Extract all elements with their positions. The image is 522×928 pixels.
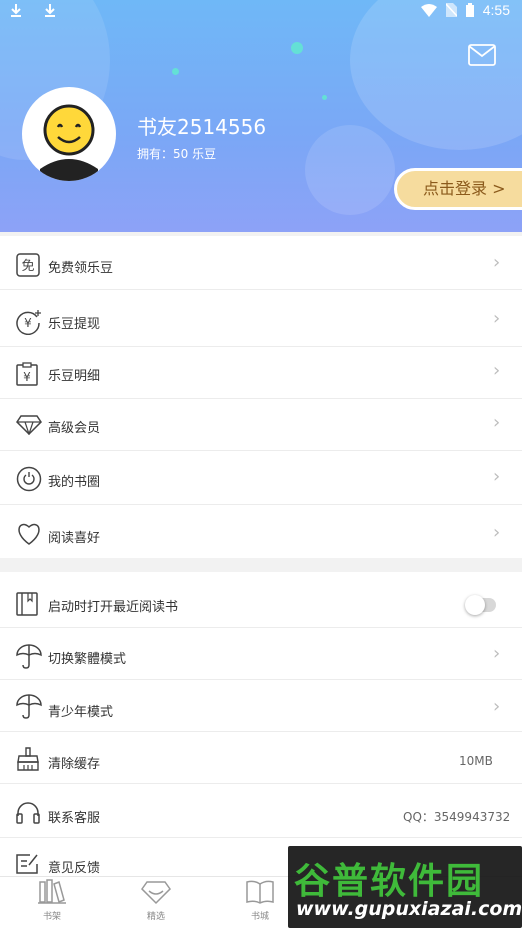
- menu-item-reading-pref[interactable]: 阅读喜好 ›: [0, 505, 522, 558]
- nav-bookstore[interactable]: 书城: [240, 879, 280, 922]
- menu-item-traditional[interactable]: 切换繁體模式 ›: [0, 628, 522, 680]
- open-book-icon: [246, 880, 274, 904]
- profile-header: 4:55 书友2514556 拥有：50 乐豆 点击登录 >: [0, 0, 522, 232]
- cache-size: 10MB: [459, 754, 493, 768]
- menu-label: 青少年模式: [48, 705, 114, 720]
- svg-text:¥: ¥: [24, 316, 32, 330]
- nav-label: 书架: [42, 912, 61, 922]
- menu-label: 阅读喜好: [48, 531, 101, 546]
- yuan-coin-icon: ¥: [16, 310, 41, 335]
- status-time: 4:55: [482, 2, 510, 18]
- download-icon: [11, 4, 21, 17]
- clipboard-yuan-icon: ¥: [16, 362, 38, 386]
- service-qq: QQ：3549943732: [403, 810, 511, 824]
- beans-balance: 拥有：50 乐豆: [137, 147, 217, 161]
- decor-dot: [322, 95, 327, 100]
- watermark-title: 谷普软件园: [294, 861, 485, 902]
- chevron-right-icon: ›: [493, 696, 501, 717]
- menu-label: 切换繁體模式: [48, 652, 127, 667]
- avatar[interactable]: [22, 87, 116, 181]
- menu-item-clear-cache[interactable]: 清除缓存 10MB: [0, 732, 522, 784]
- bookshelf-icon: [38, 879, 66, 904]
- nav-bookshelf[interactable]: 书架: [32, 879, 72, 922]
- open-recent-toggle[interactable]: [465, 595, 496, 615]
- menu-label: 乐豆明细: [48, 369, 101, 384]
- download-icon: [45, 4, 56, 17]
- menu-label: 联系客服: [48, 811, 101, 826]
- heart-icon: [18, 523, 40, 545]
- svg-text:¥: ¥: [23, 370, 31, 384]
- decor-blob: [305, 125, 395, 215]
- nav-featured[interactable]: 精选: [136, 879, 176, 922]
- broom-icon: [17, 747, 39, 771]
- menu-label: 免费领乐豆: [48, 261, 114, 276]
- umbrella-icon: [16, 694, 42, 719]
- username: 书友2514556: [137, 115, 267, 139]
- feedback-icon: [16, 854, 38, 874]
- chevron-right-icon: ›: [493, 308, 501, 329]
- menu-label: 意见反馈: [48, 861, 101, 876]
- nav-label: 书城: [250, 912, 269, 922]
- battery-icon: [465, 3, 474, 17]
- decor-dot: [291, 42, 303, 54]
- menu-label: 高级会员: [48, 421, 101, 436]
- chevron-right-icon: ›: [493, 360, 501, 381]
- menu-item-free-beans[interactable]: 免 免费领乐豆 ›: [0, 236, 522, 290]
- menu-label: 启动时打开最近阅读书: [48, 600, 179, 615]
- chevron-right-icon: ›: [493, 412, 501, 433]
- menu-item-open-recent[interactable]: 启动时打开最近阅读书: [0, 572, 522, 628]
- menu-item-bean-detail[interactable]: ¥ 乐豆明细 ›: [0, 347, 522, 399]
- wifi-icon: [420, 3, 437, 17]
- watermark-url: www.gupuxiazai.com: [296, 898, 522, 920]
- menu-item-withdraw[interactable]: ¥ 乐豆提现 ›: [0, 290, 522, 347]
- diamond-icon: [141, 881, 171, 905]
- toggle-knob: [465, 595, 485, 615]
- headset-icon: [16, 802, 40, 824]
- chevron-right-icon: ›: [493, 466, 501, 487]
- menu-item-customer-service[interactable]: 联系客服 QQ：3549943732: [0, 784, 522, 838]
- menu-group-account: 免 免费领乐豆 › ¥ 乐豆提现 › ¥ 乐豆明细 › 高级会员 › 我的书圈 …: [0, 236, 522, 558]
- svg-text:免: 免: [21, 259, 34, 274]
- umbrella-icon: [16, 644, 42, 669]
- chevron-right-icon: ›: [493, 252, 501, 273]
- decor-dot: [172, 68, 179, 75]
- circle-refresh-icon: [16, 466, 42, 492]
- no-sim-icon: [445, 3, 457, 17]
- watermark-logo: 谷普软件园 www.gupuxiazai.com: [288, 846, 522, 928]
- diamond-icon: [16, 415, 42, 435]
- menu-label: 乐豆提现: [48, 317, 101, 332]
- mail-icon[interactable]: [468, 44, 496, 66]
- menu-item-teen-mode[interactable]: 青少年模式 ›: [0, 680, 522, 732]
- smiley-avatar-icon: [40, 104, 98, 181]
- menu-group-settings: 启动时打开最近阅读书 切换繁體模式 › 青少年模式 › 清除缓存 10MB 联系…: [0, 572, 522, 876]
- nav-label: 精选: [146, 912, 165, 922]
- menu-label: 清除缓存: [48, 757, 101, 772]
- menu-label: 我的书圈: [48, 475, 101, 490]
- login-button[interactable]: 点击登录 >: [394, 168, 522, 210]
- menu-item-book-circle[interactable]: 我的书圈 ›: [0, 451, 522, 505]
- status-bar: 4:55: [0, 0, 522, 24]
- chevron-right-icon: ›: [493, 643, 501, 664]
- chevron-right-icon: ›: [493, 522, 501, 543]
- book-icon: [16, 592, 38, 616]
- menu-item-premium[interactable]: 高级会员 ›: [0, 399, 522, 451]
- free-badge-icon: 免: [16, 253, 40, 277]
